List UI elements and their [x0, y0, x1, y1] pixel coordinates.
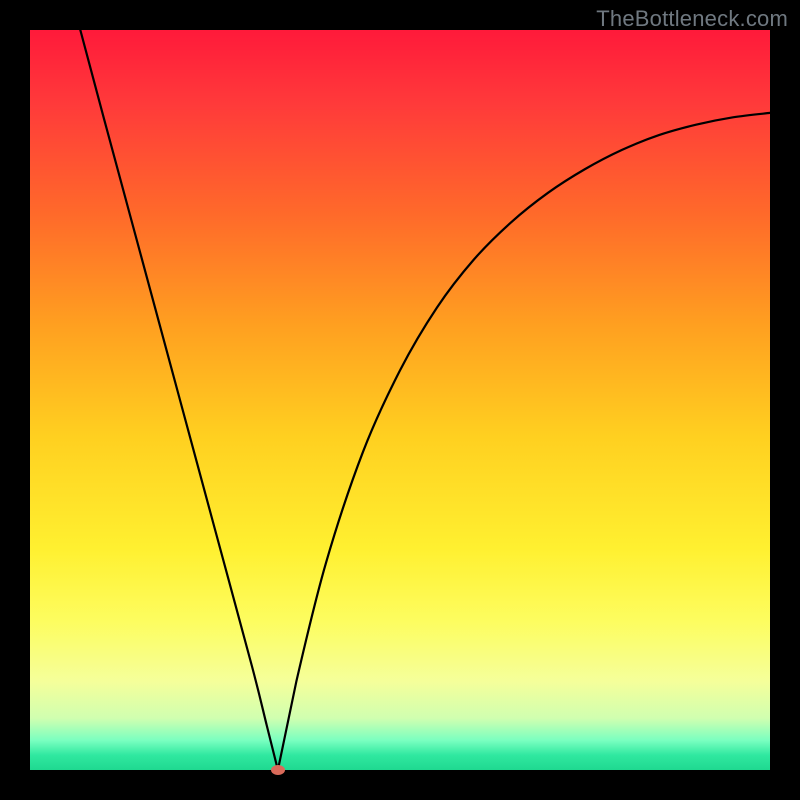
watermark-text: TheBottleneck.com [596, 6, 788, 32]
chart-frame: TheBottleneck.com [0, 0, 800, 800]
curve-path [80, 30, 770, 770]
minimum-marker [271, 765, 285, 775]
plot-area [30, 30, 770, 770]
bottleneck-curve [30, 30, 770, 770]
